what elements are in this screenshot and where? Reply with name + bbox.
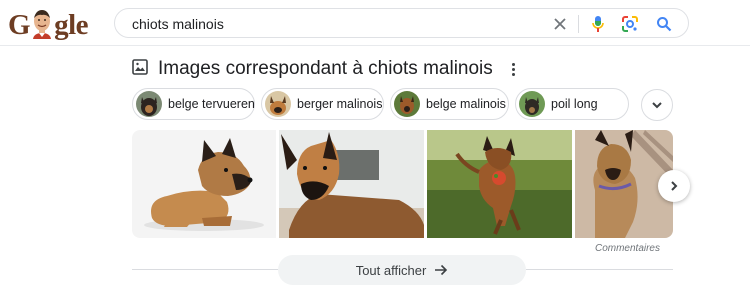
chip-thumbnail (394, 91, 420, 117)
google-doodle-logo[interactable]: G gle (8, 6, 88, 40)
chevron-right-icon (671, 181, 678, 191)
chip-thumbnail (519, 91, 545, 117)
face-doodle-icon (31, 9, 53, 39)
chip-poil-long[interactable]: poil long (515, 88, 629, 120)
logo-letters-gle: gle (54, 9, 88, 41)
image-result-3[interactable] (427, 130, 572, 238)
image-icon (132, 58, 148, 80)
expand-chips-button[interactable] (641, 89, 673, 121)
show-all-button[interactable]: Tout afficher (278, 255, 526, 285)
google-lens-icon[interactable] (620, 14, 640, 34)
next-images-button[interactable] (658, 170, 690, 202)
search-box (114, 8, 689, 38)
chip-thumbnail (136, 91, 162, 117)
chip-label: belge tervueren (168, 97, 255, 111)
close-icon[interactable] (550, 14, 570, 34)
search-input[interactable] (132, 14, 532, 34)
chevron-down-icon (652, 102, 662, 109)
chip-belge-malinois[interactable]: belge malinois (390, 88, 509, 120)
chip-thumbnail (265, 91, 291, 117)
chip-label: belge malinois (426, 97, 506, 111)
section-title: Images correspondant à chiots malinois (158, 58, 493, 79)
search-icon[interactable] (654, 14, 674, 34)
image-result-2[interactable] (279, 130, 424, 238)
section-header: Images correspondant à chiots malinois (132, 56, 493, 82)
image-result-1[interactable] (132, 130, 276, 238)
header: G gle (0, 0, 750, 46)
search-divider (578, 15, 579, 33)
arrow-right-icon (434, 264, 448, 276)
chip-label: berger malinois (297, 97, 383, 111)
microphone-icon[interactable] (588, 14, 608, 34)
chip-belge-tervueren[interactable]: belge tervueren (132, 88, 255, 120)
show-all-label: Tout afficher (355, 262, 427, 278)
feedback-link[interactable]: Commentaires (595, 243, 660, 254)
chip-berger-malinois[interactable]: berger malinois (261, 88, 384, 120)
more-options-icon[interactable] (505, 60, 521, 78)
divider-left (132, 269, 278, 270)
divider-right (526, 269, 673, 270)
logo-letter-g: G (8, 9, 31, 41)
chip-label: poil long (551, 97, 598, 111)
